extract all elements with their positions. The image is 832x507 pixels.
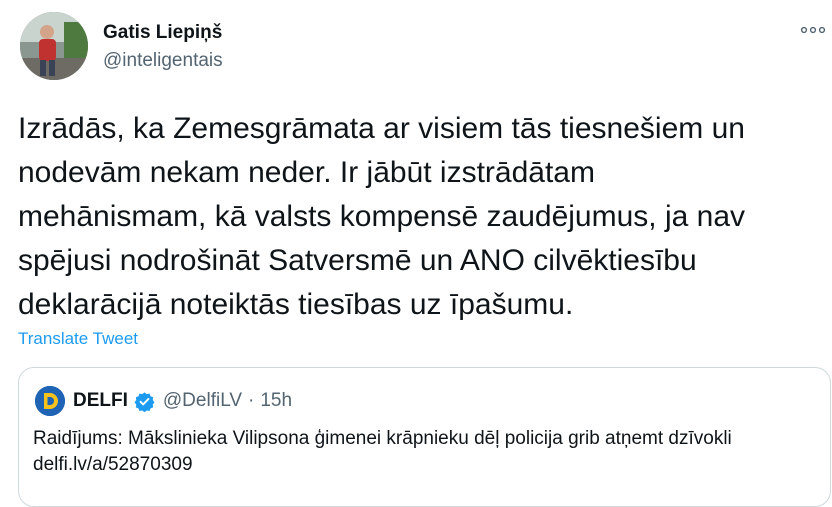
delfi-avatar[interactable] [35,386,65,416]
author-block: Gatis Liepiņš @inteligentais [103,22,223,72]
quoted-text-body: Raidījums: Mākslinieka Vilipsona ģimenei… [33,428,732,449]
tweet-text: Izrādās, ka Zemesgrāmata ar visiem tās t… [18,112,746,321]
dot-separator: · [248,390,255,411]
verified-badge-icon [134,391,155,412]
more-icon[interactable] [800,22,826,42]
delfi-logo-icon [35,386,65,416]
author-handle[interactable]: @inteligentais [103,50,223,72]
quoted-timestamp[interactable]: 15h [260,390,292,412]
avatar-photo [20,12,88,80]
ellipsis-icon [800,26,826,34]
quoted-tweet-header: DELFI @DelfiLV · 15h [35,386,292,416]
quoted-display-name[interactable]: DELFI [73,390,128,412]
quoted-tweet-text: Raidījums: Mākslinieka Vilipsona ģimenei… [33,426,813,478]
author-display-name[interactable]: Gatis Liepiņš [103,22,223,44]
translate-tweet-link[interactable]: Translate Tweet [18,329,138,349]
quoted-link[interactable]: delfi.lv/a/52870309 [33,454,193,475]
quoted-handle[interactable]: @DelfiLV [163,390,242,412]
author-avatar[interactable] [20,12,88,80]
quoted-tweet-card[interactable]: DELFI @DelfiLV · 15h Raidījums: Mākslini… [18,367,831,507]
